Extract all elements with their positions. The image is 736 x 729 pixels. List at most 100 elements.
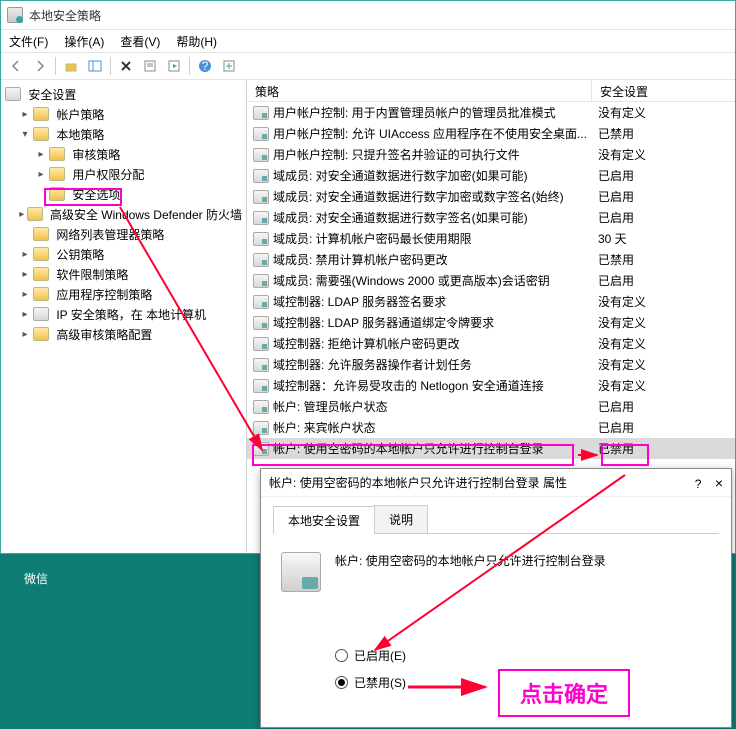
forward-button[interactable] xyxy=(29,55,51,77)
policy-row[interactable]: 域控制器: LDAP 服务器签名要求没有定义 xyxy=(247,291,735,312)
expand-icon[interactable] xyxy=(35,188,47,200)
policy-icon xyxy=(253,211,269,225)
menubar: 文件(F) 操作(A) 查看(V) 帮助(H) xyxy=(1,30,735,52)
apply-button[interactable] xyxy=(218,55,240,77)
policy-row[interactable]: 域成员: 对安全通道数据进行数字签名(如果可能)已启用 xyxy=(247,207,735,228)
menu-view[interactable]: 查看(V) xyxy=(120,33,160,50)
policy-icon xyxy=(253,442,269,456)
policy-row[interactable]: 帐户: 管理员帐户状态已启用 xyxy=(247,396,735,417)
tree-item[interactable]: ▾ 本地策略 xyxy=(1,124,246,144)
policy-row[interactable]: 用户帐户控制: 允许 UIAccess 应用程序在不使用安全桌面...已禁用 xyxy=(247,123,735,144)
col-header-setting[interactable]: 安全设置 xyxy=(592,80,735,101)
policy-icon xyxy=(253,127,269,141)
expand-icon[interactable]: ▸ xyxy=(19,328,31,340)
folder-icon xyxy=(49,147,65,161)
menu-help[interactable]: 帮助(H) xyxy=(176,33,217,50)
folder-icon xyxy=(33,327,49,341)
help-button[interactable]: ? xyxy=(194,55,216,77)
tree-item[interactable]: ▸ 公钥策略 xyxy=(1,244,246,264)
tree-item[interactable]: 安全选项 xyxy=(1,184,246,204)
titlebar: 本地安全策略 xyxy=(1,1,735,30)
folder-icon xyxy=(27,207,43,221)
properties-button[interactable] xyxy=(139,55,161,77)
policy-icon xyxy=(253,274,269,288)
policy-row[interactable]: 域成员: 对安全通道数据进行数字加密(如果可能)已启用 xyxy=(247,165,735,186)
policy-icon xyxy=(253,400,269,414)
dialog-help-button[interactable]: ? xyxy=(695,477,702,491)
panes-button[interactable] xyxy=(84,55,106,77)
expand-icon[interactable]: ▸ xyxy=(35,148,47,160)
expand-icon[interactable]: ▸ xyxy=(19,108,31,120)
policy-icon xyxy=(253,295,269,309)
folder-icon xyxy=(33,247,49,261)
expand-icon[interactable] xyxy=(19,228,31,240)
policy-icon xyxy=(253,232,269,246)
dialog-title: 帐户: 使用空密码的本地帐户只允许进行控制台登录 属性 xyxy=(269,474,567,491)
policy-row[interactable]: 域成员: 禁用计算机帐户密码更改已禁用 xyxy=(247,249,735,270)
policy-row[interactable]: 帐户: 使用空密码的本地帐户只允许进行控制台登录已禁用 xyxy=(247,438,735,459)
tree-item[interactable]: ▸ 审核策略 xyxy=(1,144,246,164)
tree-item[interactable]: ▸ 应用程序控制策略 xyxy=(1,284,246,304)
policy-row[interactable]: 域控制器: LDAP 服务器通道绑定令牌要求没有定义 xyxy=(247,312,735,333)
folder-icon xyxy=(33,107,49,121)
export-button[interactable] xyxy=(163,55,185,77)
policy-icon xyxy=(253,337,269,351)
expand-icon[interactable]: ▸ xyxy=(19,248,31,260)
tab-explanation[interactable]: 说明 xyxy=(374,505,428,533)
policy-icon xyxy=(253,190,269,204)
expand-icon[interactable]: ▸ xyxy=(35,168,47,180)
policy-row[interactable]: 域成员: 计算机帐户密码最长使用期限30 天 xyxy=(247,228,735,249)
tree-item[interactable]: ▸ 用户权限分配 xyxy=(1,164,246,184)
policy-icon xyxy=(253,169,269,183)
back-button[interactable] xyxy=(5,55,27,77)
radio-disabled-circle[interactable] xyxy=(335,676,348,689)
tree-root[interactable]: 安全设置 xyxy=(1,84,246,104)
policy-row[interactable]: 域控制器: 拒绝计算机帐户密码更改没有定义 xyxy=(247,333,735,354)
policy-row[interactable]: 帐户: 来宾帐户状态已启用 xyxy=(247,417,735,438)
window-title: 本地安全策略 xyxy=(29,7,101,24)
tab-local-security[interactable]: 本地安全设置 xyxy=(273,506,375,534)
folder-icon xyxy=(33,287,49,301)
list-header: 策略 安全设置 xyxy=(247,80,735,102)
policy-row[interactable]: 域控制器: 允许服务器操作者计划任务没有定义 xyxy=(247,354,735,375)
col-header-policy[interactable]: 策略 xyxy=(247,80,592,101)
radio-enabled-circle[interactable] xyxy=(335,649,348,662)
policy-row[interactable]: 域控制器：允许易受攻击的 Netlogon 安全通道连接没有定义 xyxy=(247,375,735,396)
expand-icon[interactable]: ▸ xyxy=(19,288,31,300)
policy-row[interactable]: 用户帐户控制: 用于内置管理员帐户的管理员批准模式没有定义 xyxy=(247,102,735,123)
policy-row[interactable]: 域成员: 对安全通道数据进行数字加密或数字签名(始终)已启用 xyxy=(247,186,735,207)
tree-item[interactable]: ▸ 高级审核策略配置 xyxy=(1,324,246,344)
policy-row[interactable]: 域成员: 需要强(Windows 2000 或更高版本)会话密钥已启用 xyxy=(247,270,735,291)
up-button[interactable] xyxy=(60,55,82,77)
svg-text:?: ? xyxy=(202,59,209,73)
expand-icon[interactable]: ▸ xyxy=(19,308,31,320)
policy-icon xyxy=(253,358,269,372)
tree-item[interactable]: ▸ 高级安全 Windows Defender 防火墙 xyxy=(1,204,246,224)
menu-action[interactable]: 操作(A) xyxy=(64,33,104,50)
dialog-titlebar: 帐户: 使用空密码的本地帐户只允许进行控制台登录 属性 ? × xyxy=(261,469,731,497)
tree-item[interactable]: ▸ 软件限制策略 xyxy=(1,264,246,284)
folder-icon xyxy=(33,227,49,241)
menu-file[interactable]: 文件(F) xyxy=(9,33,48,50)
properties-dialog: 帐户: 使用空密码的本地帐户只允许进行控制台登录 属性 ? × 本地安全设置 说… xyxy=(260,468,732,728)
policy-icon xyxy=(253,106,269,120)
policy-icon xyxy=(253,379,269,393)
dialog-close-button[interactable]: × xyxy=(715,475,723,491)
expand-icon[interactable]: ▸ xyxy=(19,208,25,220)
desktop-shortcut[interactable]: 微信 xyxy=(24,570,48,587)
expand-icon[interactable]: ▾ xyxy=(19,128,31,140)
policy-icon xyxy=(253,148,269,162)
tree-item[interactable]: 网络列表管理器策略 xyxy=(1,224,246,244)
folder-icon xyxy=(33,307,49,321)
tree-pane[interactable]: 安全设置 ▸ 帐户策略▾ 本地策略▸ 审核策略▸ 用户权限分配 安全选项▸ 高级… xyxy=(1,80,247,552)
folder-icon xyxy=(33,127,49,141)
folder-icon xyxy=(33,267,49,281)
policy-icon xyxy=(253,421,269,435)
tree-item[interactable]: ▸ IP 安全策略，在 本地计算机 xyxy=(1,304,246,324)
folder-icon xyxy=(49,167,65,181)
policy-row[interactable]: 用户帐户控制: 只提升签名并验证的可执行文件没有定义 xyxy=(247,144,735,165)
delete-button[interactable] xyxy=(115,55,137,77)
expand-icon[interactable]: ▸ xyxy=(19,268,31,280)
tree-item[interactable]: ▸ 帐户策略 xyxy=(1,104,246,124)
radio-enabled[interactable]: 已启用(E) xyxy=(335,647,711,664)
